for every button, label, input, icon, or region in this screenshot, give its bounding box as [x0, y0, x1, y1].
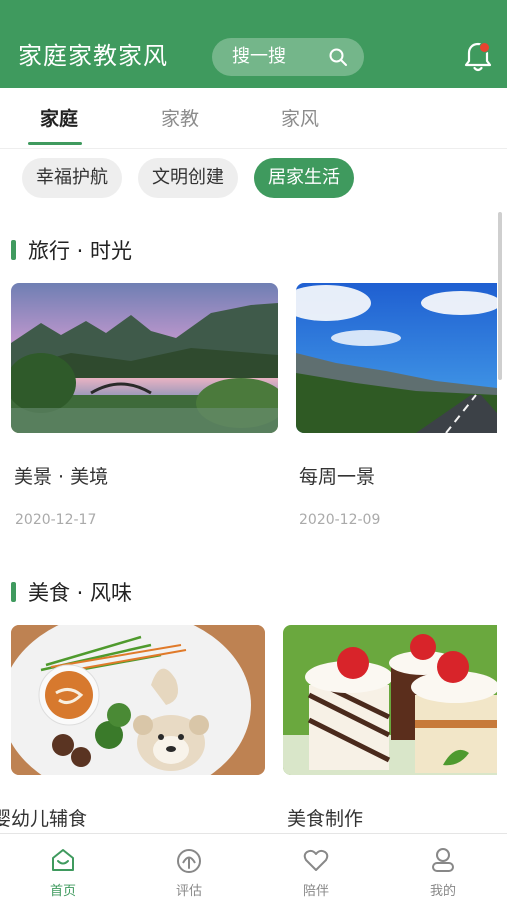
nav-item-assessment[interactable]: 评估: [126, 834, 252, 901]
scrollbar[interactable]: [498, 212, 502, 380]
section-title-travel: 旅行 · 时光: [28, 239, 133, 263]
card-date-scenery: 2020-12-17: [15, 512, 97, 528]
active-tab-indicator: [28, 142, 82, 145]
tab-tradition[interactable]: 家风: [281, 104, 319, 131]
app-title: 家庭家教家风: [18, 42, 168, 70]
card-title-baby-food[interactable]: 婴幼儿辅食: [0, 804, 87, 831]
section-marker: [11, 582, 16, 602]
card-image-baby-food[interactable]: [11, 625, 265, 775]
nav-item-home[interactable]: 首页: [0, 834, 126, 901]
tab-family[interactable]: 家庭: [40, 104, 78, 131]
search-box[interactable]: 搜一搜: [212, 38, 364, 76]
cakes-image: [283, 625, 497, 775]
search-label: 搜一搜: [232, 46, 286, 67]
chip-home-life[interactable]: 居家生活: [254, 158, 354, 198]
chip-civilization[interactable]: 文明创建: [138, 158, 238, 198]
heart-icon: [303, 849, 329, 871]
nav-item-profile[interactable]: 我的: [380, 834, 506, 901]
card-image-scenery[interactable]: [11, 283, 278, 433]
card-title-weekly-view[interactable]: 每周一景: [299, 462, 375, 489]
home-icon: [52, 849, 74, 871]
card-image-food-making[interactable]: [283, 625, 497, 775]
bottom-navigation: 首页 评估 陪伴 我的: [0, 833, 507, 901]
user-icon: [432, 848, 454, 872]
card-date-weekly-view: 2020-12-09: [299, 512, 381, 528]
chip-happiness-protection[interactable]: 幸福护航: [22, 158, 122, 198]
nav-item-companion[interactable]: 陪伴: [253, 834, 379, 901]
nav-label-home: 首页: [49, 884, 76, 899]
lake-mountain-image: [11, 283, 278, 433]
nav-label-assessment: 评估: [175, 884, 202, 899]
app-header: 家庭家教家风 搜一搜: [0, 0, 507, 88]
category-tabs: 家庭 家教 家风: [0, 88, 507, 149]
nav-label-companion: 陪伴: [302, 884, 329, 899]
notification-dot: [479, 42, 490, 53]
gauge-icon: [177, 849, 201, 873]
section-marker: [11, 240, 16, 260]
search-icon: [329, 48, 347, 66]
card-title-food-making[interactable]: 美食制作: [287, 804, 363, 831]
mountain-road-image: [296, 283, 497, 433]
tab-education[interactable]: 家教: [161, 104, 199, 131]
section-title-food: 美食 · 风味: [28, 581, 133, 605]
baby-food-image: [11, 625, 265, 775]
nav-label-profile: 我的: [429, 884, 456, 899]
card-image-weekly-view[interactable]: [296, 283, 497, 433]
notification-button[interactable]: [462, 40, 494, 74]
card-title-scenery[interactable]: 美景 · 美境: [14, 462, 108, 489]
